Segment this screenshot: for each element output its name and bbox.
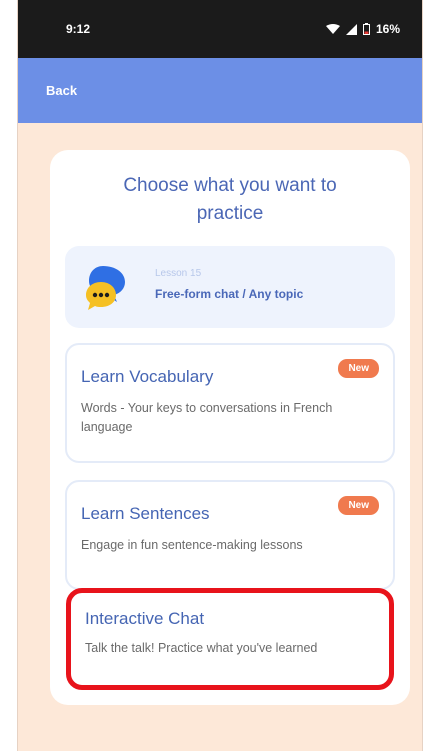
option-description: Words - Your keys to conversations in Fr… bbox=[81, 401, 333, 434]
option-title: Learn Vocabulary bbox=[81, 367, 214, 386]
chat-bubbles-icon bbox=[86, 266, 125, 310]
learn-sentences-option[interactable]: New Learn Sentences Engage in fun senten… bbox=[65, 480, 395, 590]
signal-icon bbox=[345, 23, 357, 35]
phone-screen: 9:12 16% Back Choose what you want to pr… bbox=[17, 0, 423, 751]
option-description: Talk the talk! Practice what you've lear… bbox=[85, 641, 318, 655]
back-button[interactable]: Back bbox=[46, 83, 77, 98]
lesson-topic: Free-form chat / Any topic bbox=[155, 287, 304, 301]
battery-percent: 16% bbox=[375, 22, 400, 36]
new-badge: New bbox=[338, 359, 379, 378]
option-title: Learn Sentences bbox=[81, 504, 210, 523]
new-badge: New bbox=[338, 496, 379, 515]
battery-icon bbox=[362, 23, 370, 35]
option-title: Interactive Chat bbox=[85, 609, 205, 628]
interactive-chat-option[interactable]: Interactive Chat Talk the talk! Practice… bbox=[66, 588, 394, 690]
app-bar: Back bbox=[18, 58, 422, 123]
practice-card: Choose what you want to practice Lesson … bbox=[50, 150, 410, 705]
option-description: Engage in fun sentence-making lessons bbox=[81, 538, 303, 552]
status-bar: 9:12 16% bbox=[18, 0, 422, 58]
status-time: 9:12 bbox=[66, 22, 91, 36]
lesson-number: Lesson 15 bbox=[155, 268, 202, 279]
status-icons: 16% bbox=[325, 22, 400, 36]
learn-vocabulary-option[interactable]: New Learn Vocabulary Words - Your keys t… bbox=[65, 343, 395, 463]
lesson-text: Lesson 15 Free-form chat / Any topic bbox=[155, 268, 303, 301]
page-title: Choose what you want to practice bbox=[123, 175, 337, 224]
lesson-banner[interactable]: Lesson 15 Free-form chat / Any topic bbox=[65, 246, 395, 328]
wifi-icon bbox=[325, 23, 340, 34]
